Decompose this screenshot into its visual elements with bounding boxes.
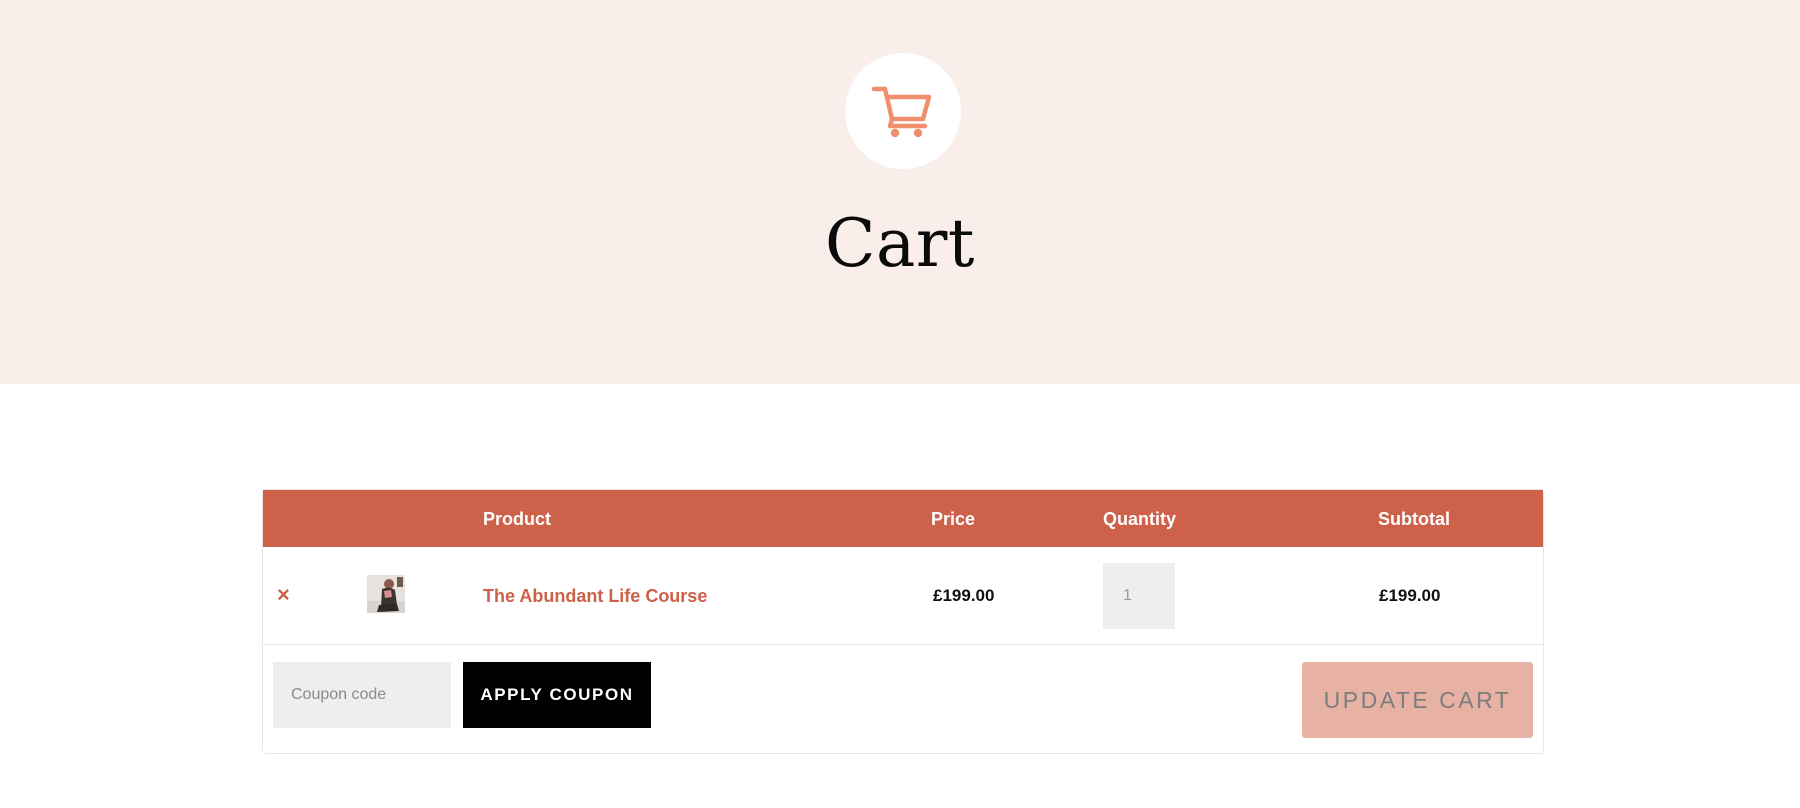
table-header: Product Price Quantity Subtotal	[263, 490, 1543, 547]
cart-icon	[871, 86, 932, 138]
item-price: £199.00	[933, 586, 995, 605]
update-cart-button[interactable]: UPDATE CART	[1302, 662, 1533, 738]
product-thumbnail[interactable]	[367, 575, 405, 613]
product-name-link[interactable]: The Abundant Life Course	[483, 586, 707, 607]
column-header-price: Price	[931, 509, 976, 529]
cart-table: Product Price Quantity Subtotal × The Ab…	[262, 489, 1544, 754]
cart-actions: APPLY COUPON UPDATE CART	[263, 646, 1543, 754]
item-subtotal: £199.00	[1379, 586, 1441, 605]
apply-coupon-button[interactable]: APPLY COUPON	[463, 662, 651, 728]
coupon-code-input[interactable]	[273, 662, 451, 728]
column-header-subtotal: Subtotal	[1378, 509, 1450, 529]
page-title: Cart	[825, 205, 975, 282]
quantity-input[interactable]	[1103, 563, 1175, 629]
column-header-quantity: Quantity	[1103, 509, 1177, 529]
remove-item-icon[interactable]: ×	[277, 584, 297, 606]
column-header-product: Product	[483, 509, 552, 529]
cart-icon-badge	[845, 53, 961, 169]
table-row: × The Abundant Life Course £199.00 £199.…	[263, 547, 1543, 645]
page-header: Cart	[0, 0, 1800, 384]
